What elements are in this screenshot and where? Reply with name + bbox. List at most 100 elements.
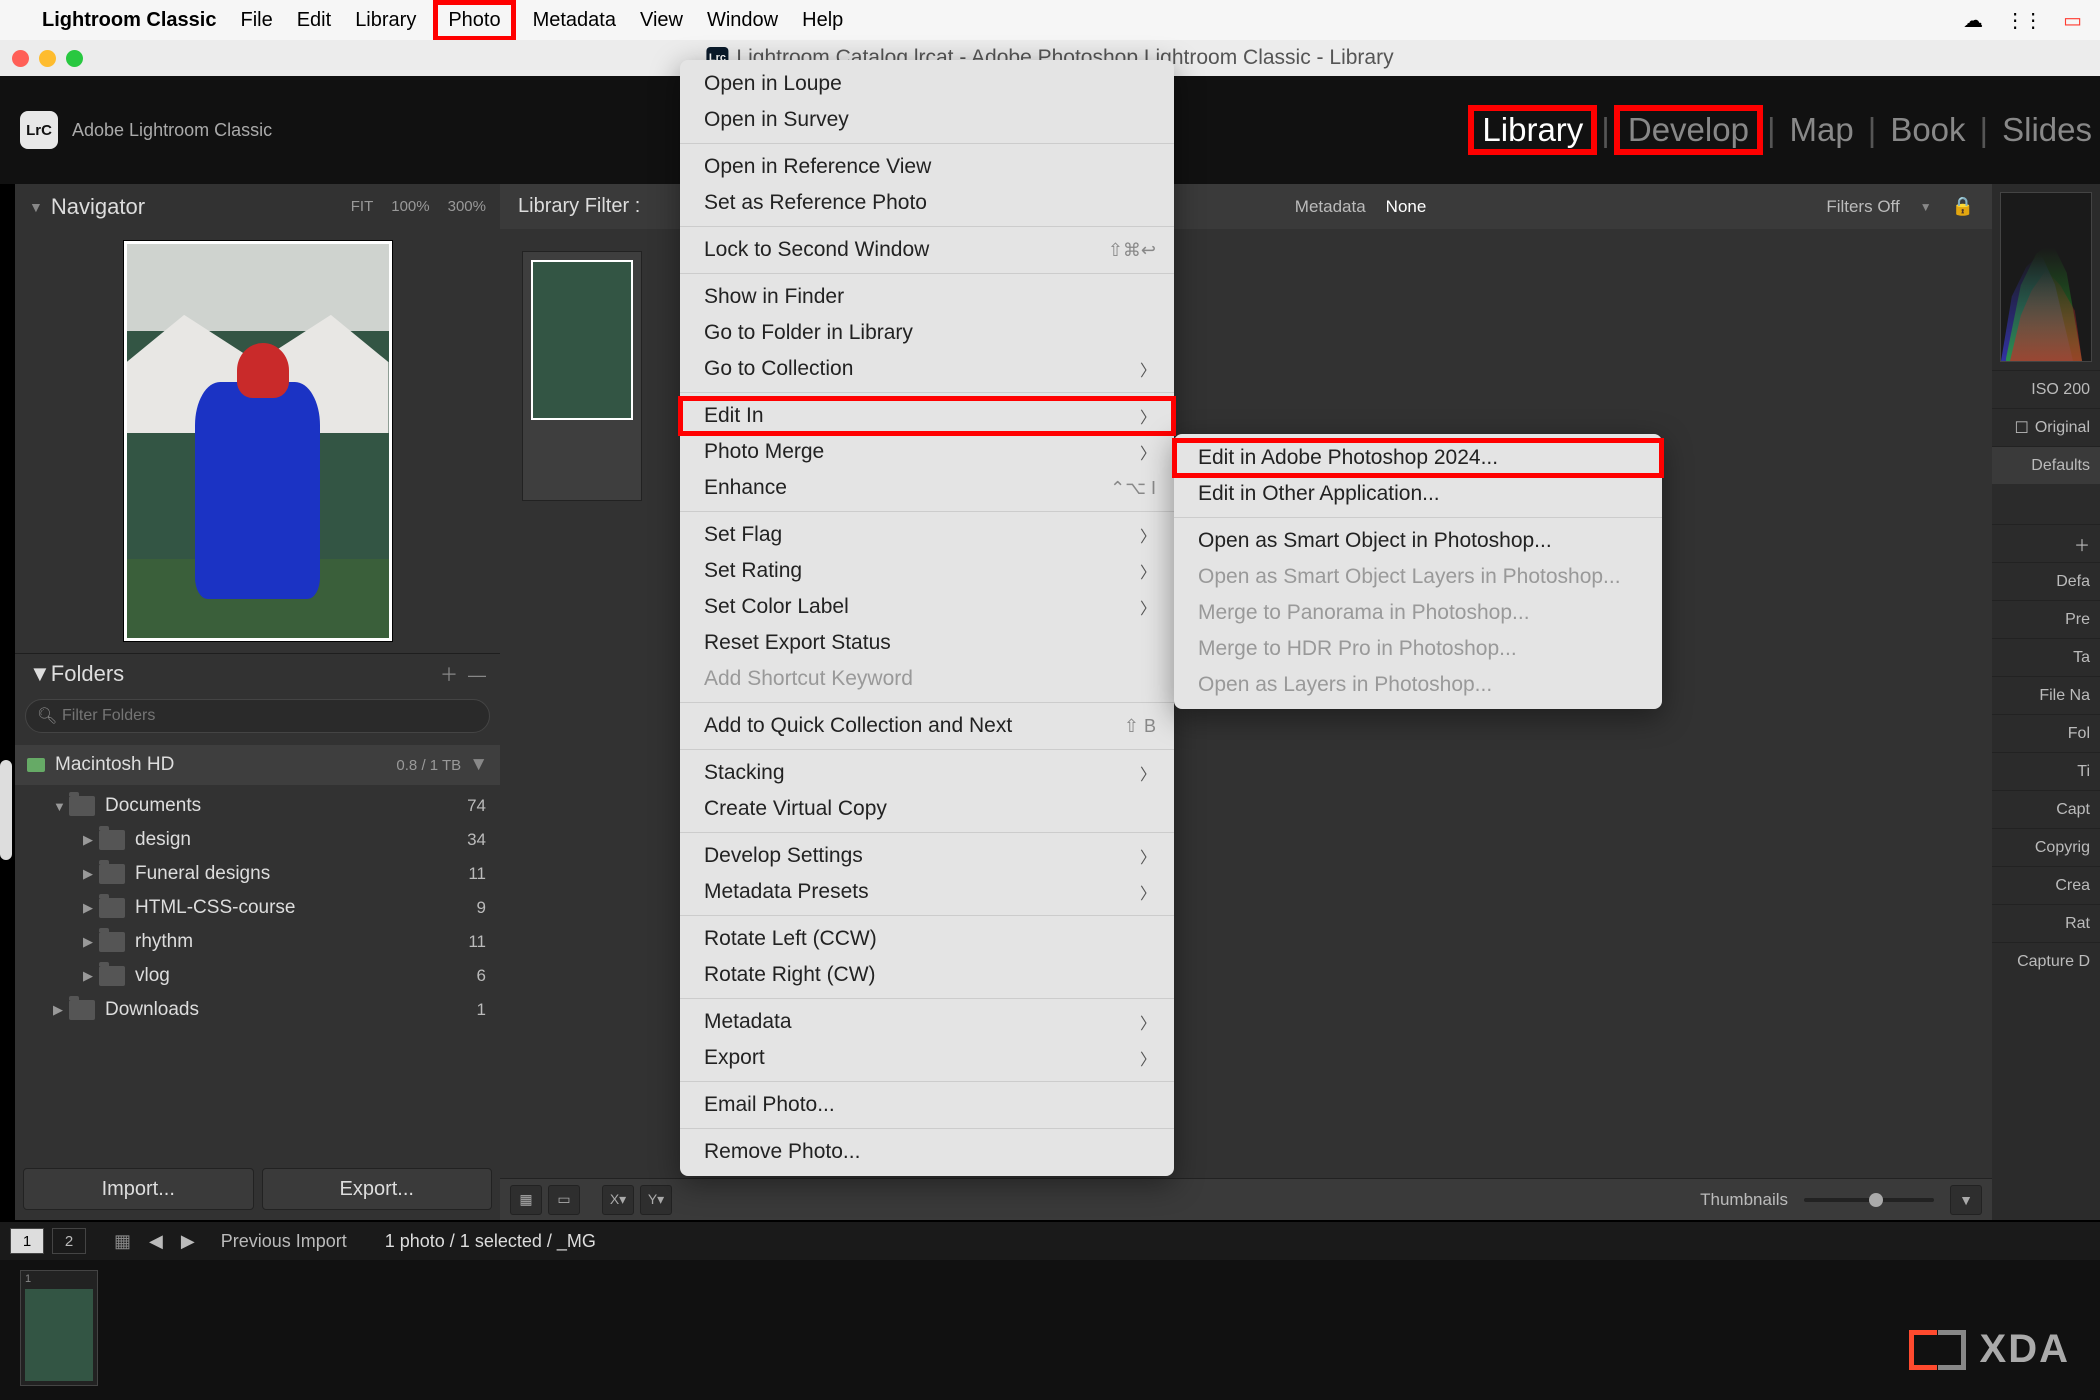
- menu-item[interactable]: Edit in Adobe Photoshop 2024...: [1174, 440, 1662, 476]
- window-close-button[interactable]: [12, 50, 29, 67]
- defaults-button[interactable]: Defaults: [1992, 446, 2100, 484]
- metadata-field[interactable]: Fol: [1992, 714, 2100, 752]
- toolbar-menu-button[interactable]: ▼: [1950, 1185, 1982, 1215]
- filter-metadata[interactable]: Metadata: [1295, 197, 1366, 217]
- menu-item[interactable]: Open in Reference View: [680, 149, 1174, 185]
- scrollbar-thumb[interactable]: [0, 760, 12, 860]
- metadata-field[interactable]: Ta: [1992, 638, 2100, 676]
- add-folder-icon[interactable]: ＋ —: [440, 661, 486, 687]
- lock-icon[interactable]: 🔒: [1952, 196, 1974, 217]
- filmstrip-source[interactable]: Previous Import: [221, 1231, 347, 1252]
- menu-item[interactable]: Develop Settings〉: [680, 838, 1174, 874]
- window-zoom-button[interactable]: [66, 50, 83, 67]
- metadata-field[interactable]: Capture D: [1992, 942, 2100, 980]
- menu-item[interactable]: Open in Survey: [680, 102, 1174, 138]
- sort-x-button[interactable]: X▾: [602, 1185, 634, 1215]
- menu-item[interactable]: Open as Smart Object in Photoshop...: [1174, 523, 1662, 559]
- grid-icon[interactable]: ▦: [114, 1231, 131, 1252]
- folder-row[interactable]: ▼Documents74: [15, 789, 500, 823]
- menu-item[interactable]: Rotate Right (CW): [680, 957, 1174, 993]
- menu-library[interactable]: Library: [355, 9, 416, 32]
- monitor-2-button[interactable]: 2: [52, 1228, 86, 1254]
- monitor-1-button[interactable]: 1: [10, 1228, 44, 1254]
- menu-item[interactable]: Remove Photo...: [680, 1134, 1174, 1170]
- filters-off-label[interactable]: Filters Off: [1826, 197, 1899, 217]
- menu-view[interactable]: View: [640, 9, 683, 32]
- folder-row[interactable]: ▶Downloads1: [15, 993, 500, 1027]
- window-minimize-button[interactable]: [39, 50, 56, 67]
- menu-item[interactable]: Go to Collection〉: [680, 351, 1174, 387]
- chevron-down-icon[interactable]: ▼: [1920, 200, 1932, 214]
- metadata-field[interactable]: Rat: [1992, 904, 2100, 942]
- menu-item[interactable]: Set Color Label〉: [680, 589, 1174, 625]
- menu-item[interactable]: Lock to Second Window⇧⌘↩: [680, 232, 1174, 268]
- module-book[interactable]: Book: [1886, 111, 1969, 149]
- menu-item[interactable]: Export〉: [680, 1040, 1174, 1076]
- filter-folders-input[interactable]: [25, 699, 490, 733]
- menu-item[interactable]: Edit in Other Application...: [1174, 476, 1662, 512]
- module-library[interactable]: Library: [1474, 111, 1591, 149]
- menu-item[interactable]: Set Rating〉: [680, 553, 1174, 589]
- menu-item[interactable]: Reset Export Status: [680, 625, 1174, 661]
- zoom-100[interactable]: 100%: [391, 198, 429, 215]
- menu-item[interactable]: Enhance⌃⌥ I: [680, 470, 1174, 506]
- cloud-sync-icon[interactable]: ☁︎: [1963, 8, 1983, 33]
- menu-item[interactable]: Set Flag〉: [680, 517, 1174, 553]
- volume-row[interactable]: Macintosh HD 0.8 / 1 TB ▼: [15, 745, 500, 785]
- loupe-view-button[interactable]: ▭: [548, 1185, 580, 1215]
- module-slideshow[interactable]: Slides: [1998, 111, 2096, 149]
- zoom-fit[interactable]: FIT: [351, 198, 374, 215]
- status-dots-icon[interactable]: ⋮⋮: [2005, 8, 2041, 33]
- filter-none[interactable]: None: [1386, 197, 1427, 217]
- menu-item[interactable]: Email Photo...: [680, 1087, 1174, 1123]
- menu-item[interactable]: Rotate Left (CCW): [680, 921, 1174, 957]
- sort-y-button[interactable]: Y▾: [640, 1185, 672, 1215]
- menu-photo[interactable]: Photo: [440, 7, 508, 34]
- menu-metadata[interactable]: Metadata: [533, 9, 616, 32]
- metadata-field[interactable]: Copyrig: [1992, 828, 2100, 866]
- filmstrip-thumb[interactable]: 1: [20, 1270, 98, 1386]
- menu-item[interactable]: Create Virtual Copy: [680, 791, 1174, 827]
- folder-row[interactable]: ▶rhythm11: [15, 925, 500, 959]
- menu-file[interactable]: File: [240, 9, 272, 32]
- menu-edit[interactable]: Edit: [297, 9, 331, 32]
- folder-row[interactable]: ▶HTML-CSS-course9: [15, 891, 500, 925]
- navigator-header[interactable]: ▼ Navigator FIT 100% 300%: [15, 184, 500, 229]
- menu-help[interactable]: Help: [802, 9, 843, 32]
- folder-row[interactable]: ▶vlog6: [15, 959, 500, 993]
- metadata-field[interactable]: Pre: [1992, 600, 2100, 638]
- navigator-preview[interactable]: [15, 229, 500, 653]
- folders-panel-header[interactable]: ▼ Folders ＋ —: [15, 653, 500, 693]
- nav-back-icon[interactable]: ◀: [149, 1231, 163, 1252]
- menu-item[interactable]: Set as Reference Photo: [680, 185, 1174, 221]
- import-button[interactable]: Import...: [23, 1168, 254, 1210]
- menu-item[interactable]: Open in Loupe: [680, 66, 1174, 102]
- folder-row[interactable]: ▶Funeral designs11: [15, 857, 500, 891]
- histogram[interactable]: [2000, 192, 2092, 362]
- menu-item[interactable]: Edit In〉: [680, 398, 1174, 434]
- menu-item[interactable]: Metadata〉: [680, 1004, 1174, 1040]
- module-map[interactable]: Map: [1786, 111, 1858, 149]
- export-button[interactable]: Export...: [262, 1168, 493, 1210]
- menubar-app-name[interactable]: Lightroom Classic: [42, 9, 216, 32]
- menu-item[interactable]: Go to Folder in Library: [680, 315, 1174, 351]
- metadata-field[interactable]: Defa: [1992, 562, 2100, 600]
- grid-view-button[interactable]: ▦: [510, 1185, 542, 1215]
- metadata-field[interactable]: Ti: [1992, 752, 2100, 790]
- grid-cell[interactable]: [522, 251, 642, 501]
- add-button[interactable]: ＋: [1992, 524, 2100, 562]
- menu-item[interactable]: Metadata Presets〉: [680, 874, 1174, 910]
- folder-row[interactable]: ▶design34: [15, 823, 500, 857]
- menu-item[interactable]: Add to Quick Collection and Next⇧ B: [680, 708, 1174, 744]
- menu-item[interactable]: Show in Finder: [680, 279, 1174, 315]
- metadata-field[interactable]: File Na: [1992, 676, 2100, 714]
- module-develop[interactable]: Develop: [1620, 111, 1757, 149]
- menu-window[interactable]: Window: [707, 9, 778, 32]
- zoom-300[interactable]: 300%: [448, 198, 486, 215]
- nav-forward-icon[interactable]: ▶: [181, 1231, 195, 1252]
- thumbnail-size-slider[interactable]: [1804, 1198, 1934, 1202]
- menu-item[interactable]: Photo Merge〉: [680, 434, 1174, 470]
- menu-item[interactable]: Stacking〉: [680, 755, 1174, 791]
- metadata-field[interactable]: Crea: [1992, 866, 2100, 904]
- metadata-field[interactable]: Capt: [1992, 790, 2100, 828]
